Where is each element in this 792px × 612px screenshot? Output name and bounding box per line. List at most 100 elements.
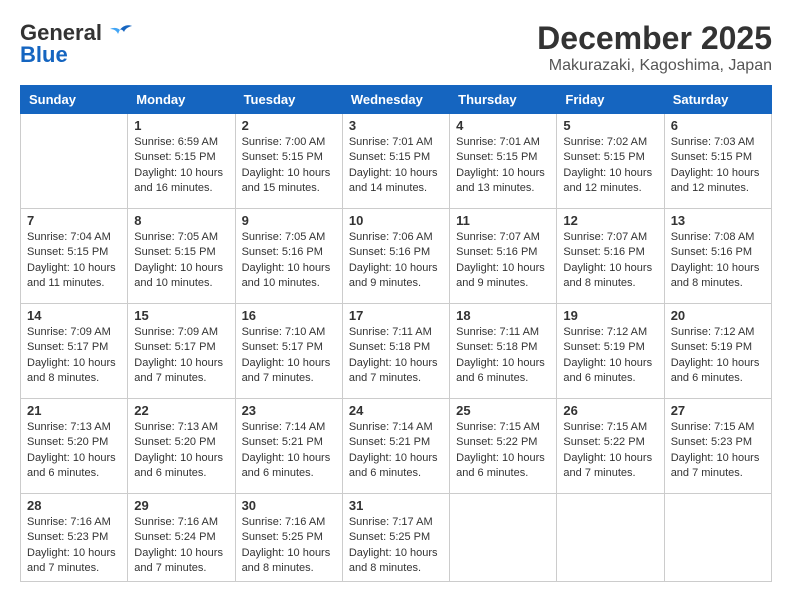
day-number: 18 (456, 308, 550, 323)
day-info-line: Sunset: 5:16 PM (349, 245, 443, 260)
day-info-line: and 12 minutes. (671, 181, 765, 196)
calendar-cell: 19Sunrise: 7:12 AMSunset: 5:19 PMDayligh… (557, 304, 664, 399)
calendar-cell: 26Sunrise: 7:15 AMSunset: 5:22 PMDayligh… (557, 399, 664, 494)
day-number: 7 (27, 213, 121, 228)
day-info-line: and 6 minutes. (349, 466, 443, 481)
day-info-line: Sunrise: 7:07 AM (456, 230, 550, 245)
day-info-line: Sunrise: 7:05 AM (242, 230, 336, 245)
day-info-line: and 6 minutes. (134, 466, 228, 481)
calendar-cell: 15Sunrise: 7:09 AMSunset: 5:17 PMDayligh… (128, 304, 235, 399)
day-info-line: Sunrise: 7:09 AM (134, 325, 228, 340)
day-info-line: Sunset: 5:22 PM (456, 435, 550, 450)
day-info-line: Sunrise: 7:08 AM (671, 230, 765, 245)
day-info-line: and 8 minutes. (563, 276, 657, 291)
calendar-cell: 25Sunrise: 7:15 AMSunset: 5:22 PMDayligh… (450, 399, 557, 494)
day-info-line: Sunrise: 6:59 AM (134, 135, 228, 150)
day-info-line: Sunrise: 7:00 AM (242, 135, 336, 150)
calendar-week-row: 21Sunrise: 7:13 AMSunset: 5:20 PMDayligh… (21, 399, 772, 494)
calendar-week-row: 1Sunrise: 6:59 AMSunset: 5:15 PMDaylight… (21, 114, 772, 209)
calendar-header-friday: Friday (557, 86, 664, 114)
day-info-line: Sunset: 5:17 PM (27, 340, 121, 355)
day-info-line: Daylight: 10 hours (134, 546, 228, 561)
day-info-line: Sunset: 5:19 PM (563, 340, 657, 355)
day-info-line: Sunrise: 7:16 AM (27, 515, 121, 530)
day-info-line: and 8 minutes. (27, 371, 121, 386)
day-info-line: Sunrise: 7:13 AM (27, 420, 121, 435)
calendar-cell: 1Sunrise: 6:59 AMSunset: 5:15 PMDaylight… (128, 114, 235, 209)
day-info-line: Daylight: 10 hours (563, 451, 657, 466)
day-number: 11 (456, 213, 550, 228)
day-info-line: Daylight: 10 hours (671, 356, 765, 371)
day-info-line: and 6 minutes. (456, 466, 550, 481)
day-info-line: Sunset: 5:15 PM (242, 150, 336, 165)
day-number: 27 (671, 403, 765, 418)
day-info-line: Daylight: 10 hours (134, 166, 228, 181)
calendar-cell: 7Sunrise: 7:04 AMSunset: 5:15 PMDaylight… (21, 209, 128, 304)
day-number: 4 (456, 118, 550, 133)
day-info-line: Daylight: 10 hours (242, 166, 336, 181)
day-info-line: Sunset: 5:25 PM (242, 530, 336, 545)
day-info-line: Sunset: 5:18 PM (349, 340, 443, 355)
day-number: 8 (134, 213, 228, 228)
day-info-line: Sunrise: 7:10 AM (242, 325, 336, 340)
day-info-line: Sunset: 5:20 PM (27, 435, 121, 450)
day-number: 24 (349, 403, 443, 418)
calendar-cell: 18Sunrise: 7:11 AMSunset: 5:18 PMDayligh… (450, 304, 557, 399)
day-info-line: Sunset: 5:15 PM (134, 245, 228, 260)
calendar-cell: 16Sunrise: 7:10 AMSunset: 5:17 PMDayligh… (235, 304, 342, 399)
calendar-cell: 30Sunrise: 7:16 AMSunset: 5:25 PMDayligh… (235, 494, 342, 582)
day-info-line: Daylight: 10 hours (349, 451, 443, 466)
calendar-cell (557, 494, 664, 582)
day-info-line: Sunrise: 7:03 AM (671, 135, 765, 150)
day-info-line: and 7 minutes. (671, 466, 765, 481)
day-info-line: Daylight: 10 hours (134, 261, 228, 276)
day-info-line: Sunrise: 7:14 AM (349, 420, 443, 435)
day-info-line: and 6 minutes. (671, 371, 765, 386)
day-info-line: Sunrise: 7:09 AM (27, 325, 121, 340)
day-info-line: Daylight: 10 hours (242, 356, 336, 371)
calendar-header-row: SundayMondayTuesdayWednesdayThursdayFrid… (21, 86, 772, 114)
day-info-line: and 9 minutes. (456, 276, 550, 291)
day-info-line: and 7 minutes. (134, 561, 228, 576)
day-info-line: Sunset: 5:23 PM (671, 435, 765, 450)
day-number: 23 (242, 403, 336, 418)
day-info-line: and 10 minutes. (134, 276, 228, 291)
day-info-line: Daylight: 10 hours (242, 261, 336, 276)
day-number: 2 (242, 118, 336, 133)
day-info-line: Daylight: 10 hours (349, 546, 443, 561)
day-info-line: and 7 minutes. (349, 371, 443, 386)
day-info-line: Sunset: 5:23 PM (27, 530, 121, 545)
calendar-cell: 11Sunrise: 7:07 AMSunset: 5:16 PMDayligh… (450, 209, 557, 304)
calendar-cell: 12Sunrise: 7:07 AMSunset: 5:16 PMDayligh… (557, 209, 664, 304)
day-number: 5 (563, 118, 657, 133)
day-info-line: Sunrise: 7:16 AM (242, 515, 336, 530)
day-number: 31 (349, 498, 443, 513)
day-info-line: Daylight: 10 hours (134, 356, 228, 371)
calendar-cell (450, 494, 557, 582)
day-info-line: Sunset: 5:18 PM (456, 340, 550, 355)
day-info-line: and 7 minutes. (134, 371, 228, 386)
logo-bird-icon (106, 22, 134, 44)
day-info-line: Sunset: 5:25 PM (349, 530, 443, 545)
day-info-line: Sunrise: 7:15 AM (456, 420, 550, 435)
day-info-line: Sunset: 5:17 PM (134, 340, 228, 355)
calendar-cell: 27Sunrise: 7:15 AMSunset: 5:23 PMDayligh… (664, 399, 771, 494)
day-info-line: Sunrise: 7:12 AM (671, 325, 765, 340)
day-info-line: Daylight: 10 hours (242, 451, 336, 466)
day-number: 20 (671, 308, 765, 323)
day-info-line: Daylight: 10 hours (671, 166, 765, 181)
calendar-header-thursday: Thursday (450, 86, 557, 114)
day-number: 16 (242, 308, 336, 323)
day-info-line: Sunset: 5:21 PM (242, 435, 336, 450)
day-info-line: and 7 minutes. (563, 466, 657, 481)
calendar-cell: 5Sunrise: 7:02 AMSunset: 5:15 PMDaylight… (557, 114, 664, 209)
day-info-line: Sunset: 5:19 PM (671, 340, 765, 355)
day-info-line: Daylight: 10 hours (456, 166, 550, 181)
day-info-line: Sunset: 5:22 PM (563, 435, 657, 450)
day-info-line: Daylight: 10 hours (27, 356, 121, 371)
calendar-cell: 8Sunrise: 7:05 AMSunset: 5:15 PMDaylight… (128, 209, 235, 304)
day-number: 10 (349, 213, 443, 228)
calendar-header-saturday: Saturday (664, 86, 771, 114)
day-info-line: and 7 minutes. (27, 561, 121, 576)
day-info-line: Sunset: 5:15 PM (456, 150, 550, 165)
